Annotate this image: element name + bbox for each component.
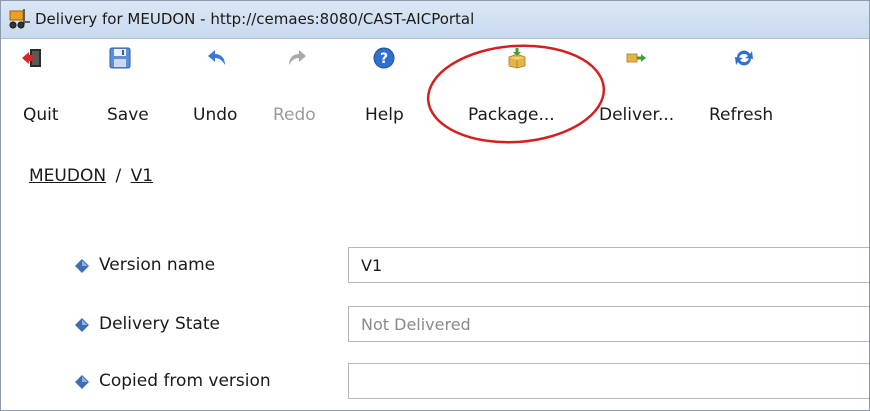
bullet-diamond-icon [75, 318, 89, 332]
undo-button[interactable]: Undo [189, 39, 249, 131]
help-button[interactable]: ? Help [361, 39, 421, 131]
undo-label: Undo [193, 105, 238, 125]
breadcrumb-current-link[interactable]: V1 [131, 166, 153, 186]
redo-arrow-icon [289, 50, 306, 65]
svg-text:?: ? [380, 51, 388, 67]
save-button[interactable]: Save [101, 39, 161, 131]
quit-door-icon [22, 49, 41, 67]
floppy-disk-icon [109, 47, 131, 69]
app-window: Delivery for MEUDON - http://cemaes:8080… [0, 0, 870, 411]
deliver-label: Deliver... [599, 105, 675, 125]
refresh-label: Refresh [709, 105, 774, 125]
delivery-state-label: Delivery State [99, 314, 220, 334]
quit-button[interactable]: Quit [5, 39, 59, 131]
breadcrumb-separator: / [115, 166, 122, 186]
bullet-diamond-icon [75, 259, 89, 273]
undo-arrow-icon [208, 50, 225, 65]
refresh-button[interactable]: Refresh [707, 39, 787, 131]
question-mark-icon: ? [373, 47, 395, 69]
redo-button[interactable]: Redo [269, 39, 329, 131]
delivery-state-field [348, 306, 869, 342]
copied-from-input[interactable] [348, 363, 869, 399]
toolbar: Quit Save Undo Redo ? Help Package... De… [1, 39, 869, 139]
breadcrumb-root-link[interactable]: MEUDON [29, 166, 106, 186]
title-bar: Delivery for MEUDON - http://cemaes:8080… [1, 1, 869, 39]
bullet-diamond-icon [75, 375, 89, 389]
package-button[interactable]: Package... [464, 39, 574, 131]
package-label: Package... [468, 105, 555, 125]
copied-from-row: Copied from version [1, 362, 869, 402]
deliver-truck-icon [626, 53, 646, 63]
refresh-icon [735, 50, 753, 66]
version-name-input[interactable] [348, 247, 869, 283]
package-box-icon [508, 48, 526, 69]
copied-from-label: Copied from version [99, 371, 271, 391]
version-name-row: Version name [1, 246, 869, 286]
help-label: Help [365, 105, 404, 125]
breadcrumb: MEUDON / V1 [29, 166, 153, 186]
quit-label: Quit [23, 105, 59, 125]
version-name-label: Version name [99, 255, 216, 275]
delivery-state-row: Delivery State [1, 305, 869, 345]
window-title: Delivery for MEUDON - http://cemaes:8080… [35, 10, 475, 28]
redo-label: Redo [273, 105, 316, 125]
forklift-icon [9, 9, 30, 29]
deliver-button[interactable]: Deliver... [595, 39, 695, 131]
save-label: Save [107, 105, 149, 125]
